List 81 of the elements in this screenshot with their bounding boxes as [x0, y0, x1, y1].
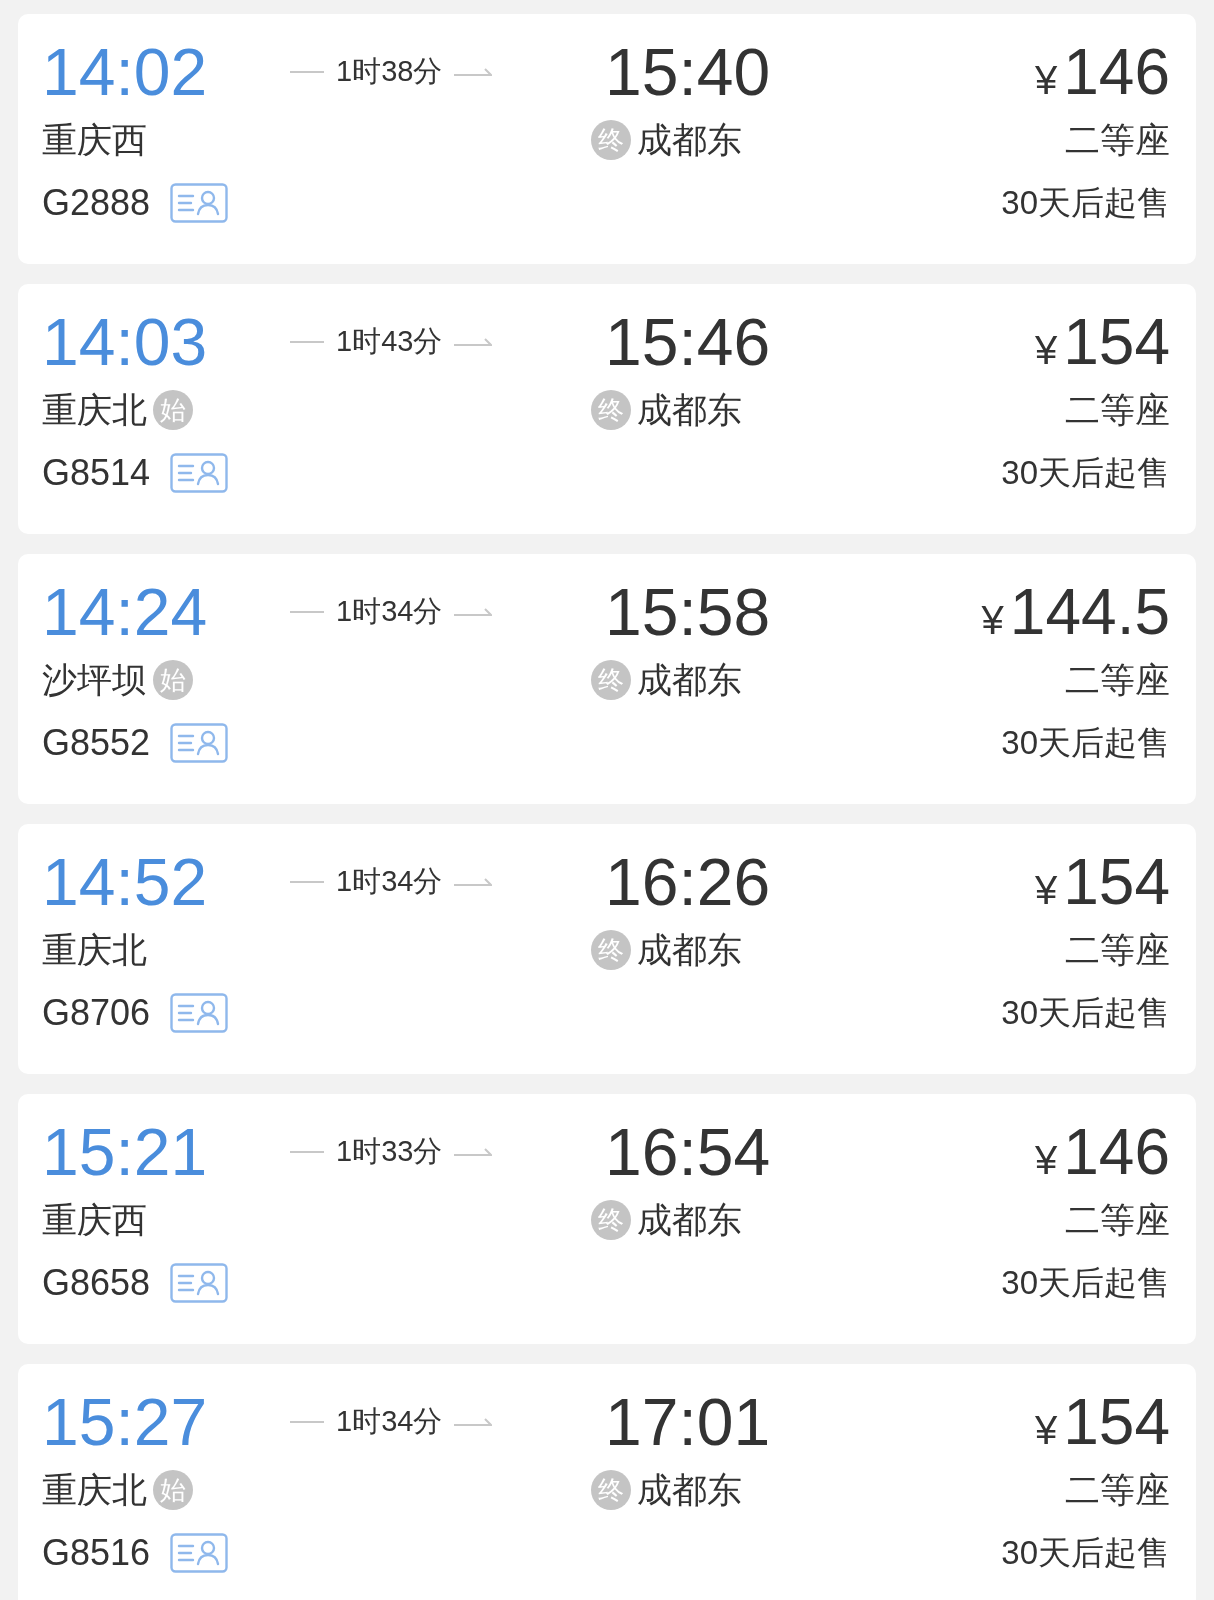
train-number: G8658 — [42, 1261, 151, 1305]
station-badge: 始 — [153, 390, 193, 430]
train-card[interactable]: 14:02 重庆西 G2888 1时38分 15:40 终 成都东 ¥146 二等座 30天后起售 — [18, 14, 1196, 264]
departure-time: 14:52 — [42, 844, 209, 921]
departure-station: 重庆北 — [42, 1468, 147, 1511]
arrival-station: 成都东 — [637, 1198, 742, 1241]
dash-line — [290, 881, 324, 883]
sale-status: 30天后起售 — [1001, 183, 1170, 223]
sale-status: 30天后起售 — [1001, 993, 1170, 1033]
station-badge: 始 — [153, 1470, 193, 1510]
arrival-station: 成都东 — [637, 388, 742, 431]
train-number: G2888 — [42, 181, 151, 225]
duration: 1时38分 — [336, 54, 443, 90]
dash-line — [290, 1421, 324, 1423]
sale-status: 30天后起售 — [1001, 453, 1170, 493]
station-badge: 终 — [591, 930, 631, 970]
departure-station: 重庆北 — [42, 928, 147, 971]
train-card[interactable]: 15:21 重庆西 G8658 1时33分 16:54 终 成都东 ¥146 二等座 30天后起售 — [18, 1094, 1196, 1344]
price: ¥154 — [1034, 305, 1170, 380]
dash-line — [290, 1151, 324, 1153]
price: ¥146 — [1034, 35, 1170, 110]
id-card-icon[interactable] — [170, 183, 229, 223]
departure-time: 14:02 — [42, 34, 209, 111]
id-card-icon[interactable] — [170, 993, 229, 1033]
duration: 1时34分 — [336, 594, 443, 630]
arrival-time: 16:26 — [605, 844, 771, 921]
station-badge: 始 — [153, 660, 193, 700]
station-badge: 终 — [591, 1200, 631, 1240]
arrival-time: 16:54 — [605, 1114, 771, 1191]
dash-line — [290, 341, 324, 343]
departure-time: 15:21 — [42, 1114, 209, 1191]
sale-status: 30天后起售 — [1001, 1533, 1170, 1573]
train-card[interactable]: 14:03 重庆北 始 G8514 1时43分 15:46 终 成都东 ¥154 二等座 30天后起售 — [18, 284, 1196, 534]
train-number: G8552 — [42, 721, 151, 765]
station-badge: 终 — [591, 660, 631, 700]
seat-class: 二等座 — [1065, 389, 1170, 431]
duration: 1时33分 — [336, 1134, 443, 1170]
id-card-icon[interactable] — [170, 453, 229, 493]
departure-station: 沙坪坝 — [42, 658, 147, 701]
seat-class: 二等座 — [1065, 659, 1170, 701]
station-badge: 终 — [591, 390, 631, 430]
dash-line — [290, 611, 324, 613]
id-card-icon[interactable] — [170, 1533, 229, 1573]
seat-class: 二等座 — [1065, 1199, 1170, 1241]
train-number: G8514 — [42, 451, 151, 495]
duration: 1时34分 — [336, 864, 443, 900]
station-badge: 终 — [591, 1470, 631, 1510]
arrival-time: 17:01 — [605, 1384, 771, 1461]
arrival-station: 成都东 — [637, 1468, 742, 1511]
departure-time: 14:03 — [42, 304, 209, 381]
train-card[interactable]: 14:24 沙坪坝 始 G8552 1时34分 15:58 终 成都东 ¥144.5 二等座 30天后起售 — [18, 554, 1196, 804]
dash-line — [290, 71, 324, 73]
arrival-station: 成都东 — [637, 928, 742, 971]
duration: 1时43分 — [336, 324, 443, 360]
arrival-station: 成都东 — [637, 658, 742, 701]
seat-class: 二等座 — [1065, 1469, 1170, 1511]
id-card-icon[interactable] — [170, 1263, 229, 1303]
arrival-time: 15:40 — [605, 34, 771, 111]
price: ¥144.5 — [981, 575, 1170, 650]
price: ¥154 — [1034, 845, 1170, 920]
seat-class: 二等座 — [1065, 929, 1170, 971]
train-card[interactable]: 14:52 重庆北 G8706 1时34分 16:26 终 成都东 ¥154 二等座 30天后起售 — [18, 824, 1196, 1074]
train-card[interactable]: 15:27 重庆北 始 G8516 1时34分 17:01 终 成都东 ¥154 二等座 30天后起售 — [18, 1364, 1196, 1600]
arrival-time: 15:58 — [605, 574, 771, 651]
departure-station: 重庆西 — [42, 1198, 147, 1241]
sale-status: 30天后起售 — [1001, 1263, 1170, 1303]
sale-status: 30天后起售 — [1001, 723, 1170, 763]
price: ¥146 — [1034, 1115, 1170, 1190]
departure-station: 重庆西 — [42, 118, 147, 161]
seat-class: 二等座 — [1065, 119, 1170, 161]
price: ¥154 — [1034, 1385, 1170, 1460]
train-number: G8706 — [42, 991, 151, 1035]
departure-time: 14:24 — [42, 574, 209, 651]
id-card-icon[interactable] — [170, 723, 229, 763]
train-number: G8516 — [42, 1531, 151, 1575]
duration: 1时34分 — [336, 1404, 443, 1440]
station-badge: 终 — [591, 120, 631, 160]
departure-station: 重庆北 — [42, 388, 147, 431]
arrival-station: 成都东 — [637, 118, 742, 161]
departure-time: 15:27 — [42, 1384, 209, 1461]
arrival-time: 15:46 — [605, 304, 771, 381]
